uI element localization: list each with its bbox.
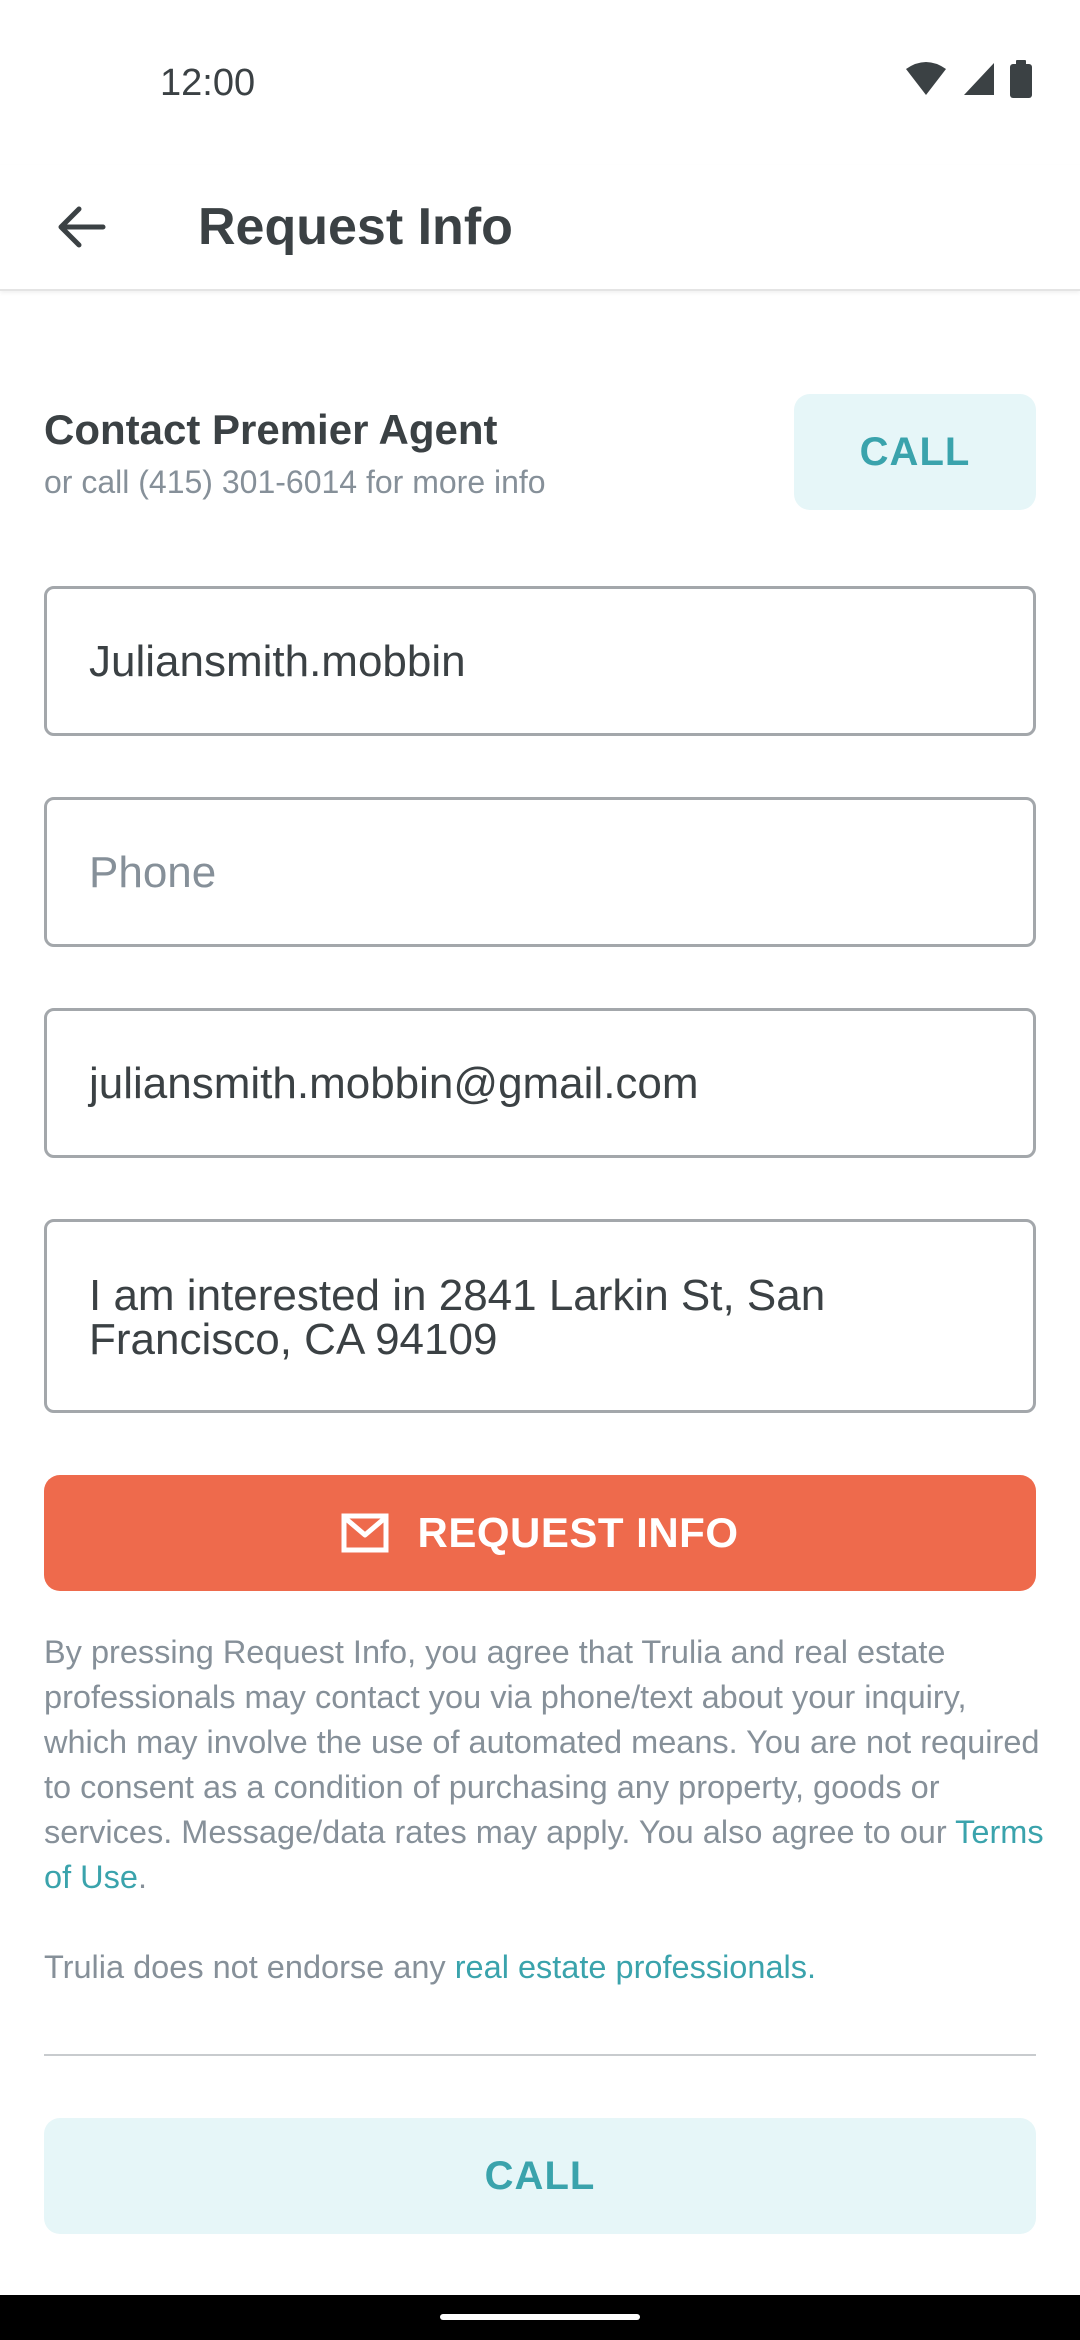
endorse-body: Trulia does not endorse any: [44, 1949, 455, 1985]
divider: [44, 2054, 1036, 2056]
request-info-label: REQUEST INFO: [417, 1509, 739, 1556]
call-button-top[interactable]: CALL: [794, 394, 1036, 510]
disclaimer-text: By pressing Request Info, you agree that…: [44, 1630, 1044, 1900]
page-title: Request Info: [198, 198, 513, 256]
disclaimer-body: By pressing Request Info, you agree that…: [44, 1634, 1040, 1850]
battery-icon: [1010, 60, 1032, 98]
email-field-value: juliansmith.mobbin@gmail.com: [89, 1059, 699, 1108]
message-field-value: I am interested in 2841 Larkin St, San F…: [89, 1271, 826, 1364]
email-field[interactable]: juliansmith.mobbin@gmail.com: [44, 1008, 1036, 1158]
endorse-suffix: .: [807, 1949, 817, 1985]
request-info-button[interactable]: REQUEST INFO: [44, 1475, 1036, 1591]
cellular-signal-icon: [964, 63, 994, 95]
status-time: 12:00: [160, 62, 256, 104]
mail-icon: [341, 1513, 389, 1553]
endorse-text: Trulia does not endorse any real estate …: [44, 1945, 816, 1990]
call-button-bottom[interactable]: CALL: [44, 2118, 1036, 2234]
phone-field-placeholder: Phone: [89, 848, 217, 897]
status-icons: [904, 60, 1032, 98]
contact-title: Contact Premier Agent: [44, 406, 498, 453]
message-field[interactable]: I am interested in 2841 Larkin St, San F…: [44, 1219, 1036, 1413]
phone-field[interactable]: Phone: [44, 797, 1036, 947]
wifi-icon: [906, 62, 946, 95]
navigation-bar: [0, 2295, 1080, 2340]
real-estate-professionals-link[interactable]: real estate professionals: [455, 1949, 807, 1985]
back-button[interactable]: [44, 189, 120, 265]
disclaimer-suffix: .: [137, 1859, 147, 1895]
contact-header: Contact Premier Agent or call (415) 301-…: [44, 400, 546, 501]
home-gesture-handle[interactable]: [440, 2314, 640, 2320]
name-field-value: Juliansmith.mobbin: [89, 637, 466, 686]
app-bar: Request Info: [0, 165, 1080, 291]
arrow-left-icon: [58, 206, 106, 248]
status-bar: 12:00: [0, 0, 1080, 165]
name-field[interactable]: Juliansmith.mobbin: [44, 586, 1036, 736]
contact-subtitle: or call (415) 301-6014 for more info: [44, 464, 546, 500]
